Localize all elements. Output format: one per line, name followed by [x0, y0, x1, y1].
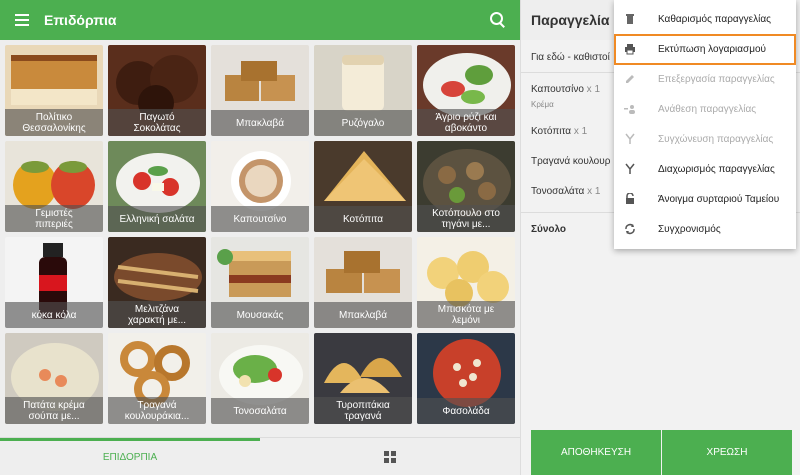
product-tile[interactable]: κόκα κόλα	[5, 237, 103, 328]
product-label: Τραγανά κουλουράκια...	[108, 397, 206, 424]
order-item-name: Κοτόπιτα	[531, 126, 572, 137]
product-tile[interactable]: Ρυζόγαλο	[314, 45, 412, 136]
menu-item-split-order[interactable]: Διαχωρισμός παραγγελίας	[614, 154, 796, 184]
menu-item-label: Καθαρισμός παραγγελίας	[658, 13, 771, 25]
product-tile[interactable]: Ελληνική σαλάτα	[108, 141, 206, 232]
product-tile[interactable]: Πατάτα κρέμα σούπα με...	[5, 333, 103, 424]
charge-button[interactable]: ΧΡΕΩΣΗ	[662, 430, 792, 475]
menu-item-edit-order[interactable]: Επεξεργασία παραγγελίας	[614, 64, 796, 94]
product-label: Καπουτσίνο	[211, 206, 309, 232]
app-bar: Επιδόρπια	[0, 0, 520, 40]
product-tile[interactable]: Φασολάδα	[417, 333, 515, 424]
product-tile[interactable]: Τονοσαλάτα	[211, 333, 309, 424]
product-label: Τυροπιτάκια τραγανά	[314, 397, 412, 424]
product-label: Πατάτα κρέμα σούπα με...	[5, 397, 103, 424]
bottom-tab-bar: ΕΠΙΔΟΡΠΙΑ	[0, 437, 520, 475]
product-label: Ελληνική σαλάτα	[108, 206, 206, 232]
product-label: Μελιτζάνα χαρακτή με...	[108, 301, 206, 328]
product-tile[interactable]: Μπακλαβά	[211, 45, 309, 136]
menu-item-label: Άνοιγμα συρταριού Ταμείου	[658, 193, 780, 205]
product-tile[interactable]: Πολίτικο Θεσσαλονίκης	[5, 45, 103, 136]
category-title: Επιδόρπια	[44, 12, 117, 28]
order-type[interactable]: Για εδώ - καθιστοί	[531, 52, 610, 63]
menu-item-sync[interactable]: Συγχρονισμός	[614, 214, 796, 244]
print-bill-highlight	[614, 34, 796, 65]
product-tile[interactable]: Παγωτό Σοκολάτας	[108, 45, 206, 136]
sync-icon	[625, 223, 635, 235]
menu-item-clear-order[interactable]: Καθαρισμός παραγγελίας	[614, 4, 796, 34]
product-label: Γεμιστές πιπεριές	[5, 205, 103, 232]
product-tile[interactable]: Μελιτζάνα χαρακτή με...	[108, 237, 206, 328]
tab-category[interactable]: ΕΠΙΔΟΡΠΙΑ	[0, 438, 260, 475]
product-label: Κοτόπουλο στο τηγάνι με...	[417, 205, 515, 232]
menu-item-label: Συγχρονισμός	[658, 223, 721, 235]
product-label: Τονοσαλάτα	[211, 398, 309, 424]
product-label: Μπακλαβά	[314, 302, 412, 328]
product-label: Μπισκότα με λεμόνι	[417, 301, 515, 328]
menu-item-label: Επεξεργασία παραγγελίας	[658, 73, 775, 85]
order-item[interactable]: Κοτόπιτα x 1	[531, 126, 587, 137]
product-tile[interactable]: Κοτόπουλο στο τηγάνι με...	[417, 141, 515, 232]
order-item-name: Καπουτσίνο	[531, 84, 584, 95]
merge-icon	[625, 133, 635, 144]
split-icon	[625, 163, 635, 174]
product-tile[interactable]: Γεμιστές πιπεριές	[5, 141, 103, 232]
order-item[interactable]: Τονοσαλάτα x 1	[531, 186, 600, 197]
order-item[interactable]: Τραγανά κουλουρ	[531, 156, 610, 167]
order-item-name: Τονοσαλάτα	[531, 186, 585, 197]
trash-icon	[626, 14, 634, 24]
product-label: Πολίτικο Θεσσαλονίκης	[5, 109, 103, 136]
search-icon[interactable]	[490, 12, 506, 28]
pencil-icon	[626, 75, 634, 83]
hamburger-menu-icon[interactable]	[0, 0, 44, 40]
product-tile[interactable]: Κοτόπιτα	[314, 141, 412, 232]
product-tile[interactable]: Καπουτσίνο	[211, 141, 309, 232]
order-total-label: Σύνολο	[531, 224, 567, 235]
product-label: Φασολάδα	[417, 398, 515, 424]
grid-view-icon	[384, 451, 396, 463]
product-tile[interactable]: Μπισκότα με λεμόνι	[417, 237, 515, 328]
order-item-name: Τραγανά κουλουρ	[531, 156, 611, 167]
product-label: Μπακλαβά	[211, 110, 309, 136]
product-label: Ρυζόγαλο	[314, 110, 412, 136]
product-tile[interactable]: Τραγανά κουλουράκια...	[108, 333, 206, 424]
assign-icon	[624, 105, 635, 114]
product-tile[interactable]: Μπακλαβά	[314, 237, 412, 328]
product-label: Κοτόπιτα	[314, 206, 412, 232]
order-item-qty: x 1	[586, 84, 601, 95]
product-label: κόκα κόλα	[5, 302, 103, 328]
order-item-note: Κρέμα	[531, 100, 554, 109]
product-panel: Επιδόρπια Πολίτικο Θεσσαλονίκης Παγωτό Σ…	[0, 0, 520, 475]
product-label: Παγωτό Σοκολάτας	[108, 109, 206, 136]
menu-item-label: Συγχώνευση παραγγελίας	[658, 133, 774, 145]
menu-item-open-drawer[interactable]: Άνοιγμα συρταριού Ταμείου	[614, 184, 796, 214]
product-label: Άγριο ρύζι και αβοκάντο	[417, 109, 515, 136]
product-grid: Πολίτικο Θεσσαλονίκης Παγωτό Σοκολάτας Μ…	[5, 45, 517, 430]
order-item-qty: x 1	[587, 186, 601, 197]
order-item-qty: x 1	[573, 126, 588, 137]
order-item[interactable]: Καπουτσίνο x 1	[531, 84, 600, 95]
product-tile[interactable]: Μουσακάς	[211, 237, 309, 328]
product-tile[interactable]: Άγριο ρύζι και αβοκάντο	[417, 45, 515, 136]
menu-item-merge-order[interactable]: Συγχώνευση παραγγελίας	[614, 124, 796, 154]
product-label: Μουσακάς	[211, 302, 309, 328]
product-tile[interactable]: Τυροπιτάκια τραγανά	[314, 333, 412, 424]
menu-item-assign-order[interactable]: Ανάθεση παραγγελίας	[614, 94, 796, 124]
unlock-icon	[626, 193, 634, 204]
menu-item-label: Διαχωρισμός παραγγελίας	[658, 163, 775, 175]
tab-grid-view[interactable]	[260, 438, 520, 475]
menu-item-label: Ανάθεση παραγγελίας	[658, 103, 757, 115]
save-button[interactable]: ΑΠΟΘΗΚΕΥΣΗ	[531, 430, 661, 475]
